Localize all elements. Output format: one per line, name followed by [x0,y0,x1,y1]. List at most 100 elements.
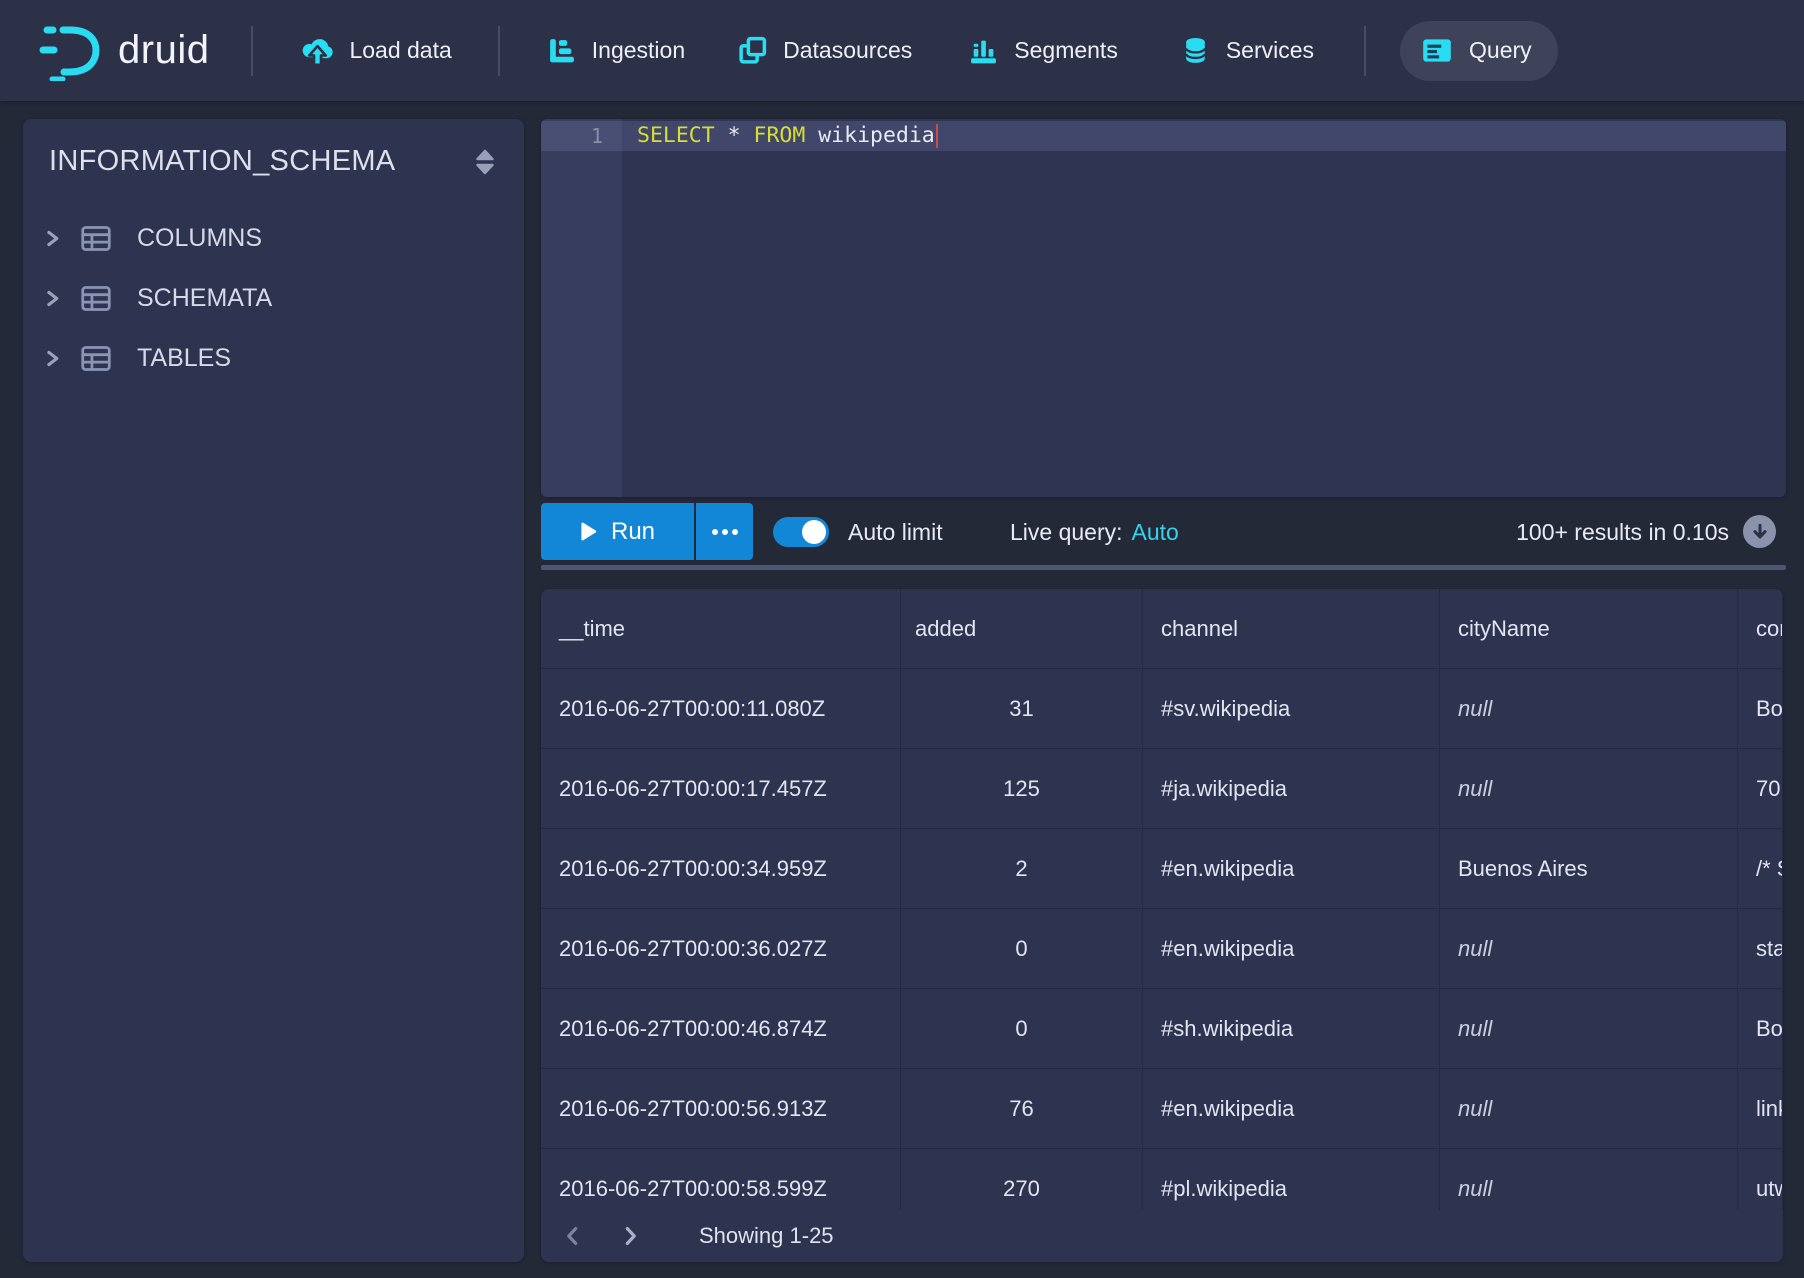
editor-gutter [541,119,622,497]
schema-header: INFORMATION_SCHEMA [23,119,524,178]
nav-item-query[interactable]: Query [1400,21,1558,81]
table-row: 2016-06-27T00:00:36.027Z 0 #en.wikipedia… [541,909,1783,989]
column-header-comment[interactable]: comment [1738,589,1783,669]
cell-cityname[interactable]: null [1440,669,1738,749]
cell-time[interactable]: 2016-06-27T00:00:34.959Z [541,829,901,909]
cell-time[interactable]: 2016-06-27T00:00:11.080Z [541,669,901,749]
cell-comment[interactable]: 70:5 [1738,749,1783,829]
sql-keyword: FROM [754,123,806,148]
sql-keyword: SELECT [637,123,715,148]
nav-divider [251,26,253,76]
chevron-left-icon [564,1225,581,1247]
nav-divider [498,26,500,76]
cell-channel[interactable]: #en.wikipedia [1143,909,1440,989]
nav-item-datasources[interactable]: Datasources [737,35,912,66]
tree-item-label: COLUMNS [137,224,262,253]
cell-added[interactable]: 2 [901,829,1143,909]
tree-item-columns[interactable]: COLUMNS [23,208,524,268]
tree-item-label: TABLES [137,344,231,373]
table-row: 2016-06-27T00:00:46.874Z 0 #sh.wikipedia… [541,989,1783,1069]
cell-time[interactable]: 2016-06-27T00:00:17.457Z [541,749,901,829]
auto-limit-label: Auto limit [848,517,943,547]
cell-cityname[interactable]: null [1440,909,1738,989]
nav-item-services[interactable]: Services [1180,35,1314,66]
ingestion-icon [546,35,577,66]
druid-console: druid Load data Ingestion [0,0,1804,1278]
nav-item-ingestion[interactable]: Ingestion [546,35,685,66]
results-summary: 100+ results in 0.10s [1516,517,1729,547]
nav-divider [1364,26,1366,76]
cell-comment[interactable]: Bot [1738,669,1783,749]
sql-table-name: wikipedia [805,123,934,148]
cell-time[interactable]: 2016-06-27T00:00:46.874Z [541,989,901,1069]
pagination-bar: Showing 1-25 [541,1210,1783,1262]
chevron-right-icon[interactable] [44,349,61,368]
nav-item-segments[interactable]: Segments [968,35,1118,66]
table-row: 2016-06-27T00:00:56.913Z 76 #en.wikipedi… [541,1069,1783,1149]
services-icon [1180,35,1211,66]
cell-added[interactable]: 125 [901,749,1143,829]
table-icon [81,345,111,372]
run-button[interactable]: Run [541,503,694,560]
cell-channel[interactable]: #en.wikipedia [1143,829,1440,909]
druid-logo[interactable]: druid [36,21,209,81]
cell-comment[interactable]: stat [1738,909,1783,989]
tree-item-label: SCHEMATA [137,284,272,313]
cell-cityname[interactable]: Buenos Aires [1440,829,1738,909]
nav-item-label: Load data [349,37,451,64]
brand-name: druid [118,28,209,73]
datasources-icon [737,35,768,66]
column-header-cityname[interactable]: cityName [1440,589,1738,669]
column-header-added[interactable]: added [901,589,1143,669]
schema-title[interactable]: INFORMATION_SCHEMA [49,145,395,178]
double-caret-vertical-icon[interactable] [474,148,496,176]
chevron-right-icon[interactable] [44,289,61,308]
table-header-row: __time added channel cityName comment [541,589,1783,669]
tree-item-schemata[interactable]: SCHEMATA [23,268,524,328]
cell-comment[interactable]: Bot [1738,989,1783,1069]
cell-comment[interactable]: /* S [1738,829,1783,909]
column-header-channel[interactable]: channel [1143,589,1440,669]
play-icon [580,522,597,541]
tree-item-tables[interactable]: TABLES [23,328,524,388]
cell-cityname[interactable]: null [1440,1069,1738,1149]
dot [722,529,728,535]
live-query-value[interactable]: Auto [1132,519,1179,545]
dot [712,529,718,535]
nav-item-label: Services [1226,37,1314,64]
cell-channel[interactable]: #sh.wikipedia [1143,989,1440,1069]
nav-item-load-data[interactable]: Load data [301,34,451,67]
chevron-right-icon[interactable] [44,229,61,248]
cell-cityname[interactable]: null [1440,749,1738,829]
cell-comment[interactable]: link [1738,1069,1783,1149]
nav-item-label: Segments [1014,37,1118,64]
live-query-control[interactable]: Live query:Auto [1010,517,1179,547]
cell-channel[interactable]: #sv.wikipedia [1143,669,1440,749]
cell-added[interactable]: 76 [901,1069,1143,1149]
prev-page-button[interactable] [555,1219,589,1253]
cell-time[interactable]: 2016-06-27T00:00:56.913Z [541,1069,901,1149]
sql-code-line[interactable]: SELECT * FROM wikipedia [637,121,938,151]
cell-added[interactable]: 31 [901,669,1143,749]
run-more-options-button[interactable] [696,503,753,560]
cell-added[interactable]: 0 [901,989,1143,1069]
table-icon [81,225,111,252]
cell-added[interactable]: 0 [901,909,1143,989]
column-header-time[interactable]: __time [541,589,901,669]
query-icon [1420,34,1454,68]
sql-editor[interactable]: 1 SELECT * FROM wikipedia [541,119,1786,497]
next-page-button[interactable] [613,1219,647,1253]
cell-channel[interactable]: #ja.wikipedia [1143,749,1440,829]
top-navigation: druid Load data Ingestion [0,0,1804,101]
cell-channel[interactable]: #en.wikipedia [1143,1069,1440,1149]
download-results-button[interactable] [1743,515,1776,548]
nav-item-label: Query [1469,37,1532,64]
line-number: 1 [541,121,603,151]
resize-splitter[interactable] [541,565,1786,570]
text-cursor [936,124,939,148]
cell-cityname[interactable]: null [1440,989,1738,1069]
auto-limit-toggle[interactable] [773,517,829,547]
schema-tree: COLUMNS SCHEMATA [23,208,524,388]
segments-icon [968,35,999,66]
cell-time[interactable]: 2016-06-27T00:00:36.027Z [541,909,901,989]
